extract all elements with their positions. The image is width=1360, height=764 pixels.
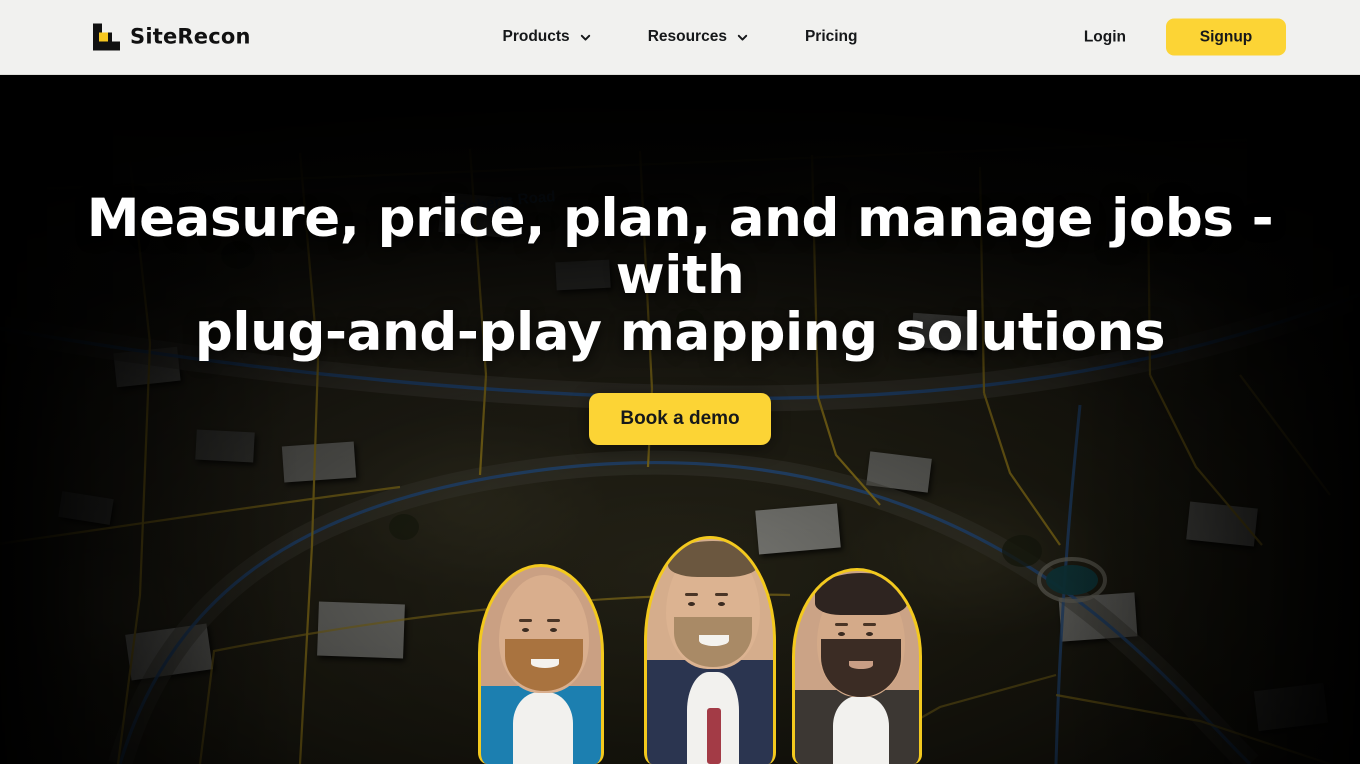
chevron-down-icon <box>579 31 592 44</box>
landing-page: SiteRecon Products Resources Pricing Log… <box>0 0 1360 764</box>
signup-button[interactable]: Signup <box>1166 18 1286 56</box>
site-header: SiteRecon Products Resources Pricing Log… <box>0 0 1360 75</box>
hero-content: Measure, price, plan, and manage jobs - … <box>0 75 1360 445</box>
hero-section: Roberts Road Measure, price, plan, and m… <box>0 75 1360 764</box>
nav-item-resources[interactable]: Resources <box>648 28 749 46</box>
nav-item-products[interactable]: Products <box>503 28 592 46</box>
login-link[interactable]: Login <box>1084 28 1126 46</box>
nav-item-label: Products <box>502 28 570 45</box>
headline-line-1: Measure, price, plan, and manage jobs - … <box>86 188 1274 306</box>
page-title: Measure, price, plan, and manage jobs - … <box>0 190 1360 361</box>
book-a-demo-button[interactable]: Book a demo <box>589 393 771 445</box>
brand-logo[interactable]: SiteRecon <box>93 23 251 51</box>
nav-item-label: Resources <box>647 28 727 45</box>
chevron-down-icon <box>736 31 749 44</box>
nav-item-pricing[interactable]: Pricing <box>805 28 858 46</box>
brand-name: SiteRecon <box>130 24 251 49</box>
headline-line-2: plug-and-play mapping solutions <box>194 302 1166 363</box>
header-actions: Login Signup <box>1084 18 1286 56</box>
nav-item-label: Pricing <box>804 28 858 45</box>
siterecon-logo-icon <box>93 23 120 51</box>
